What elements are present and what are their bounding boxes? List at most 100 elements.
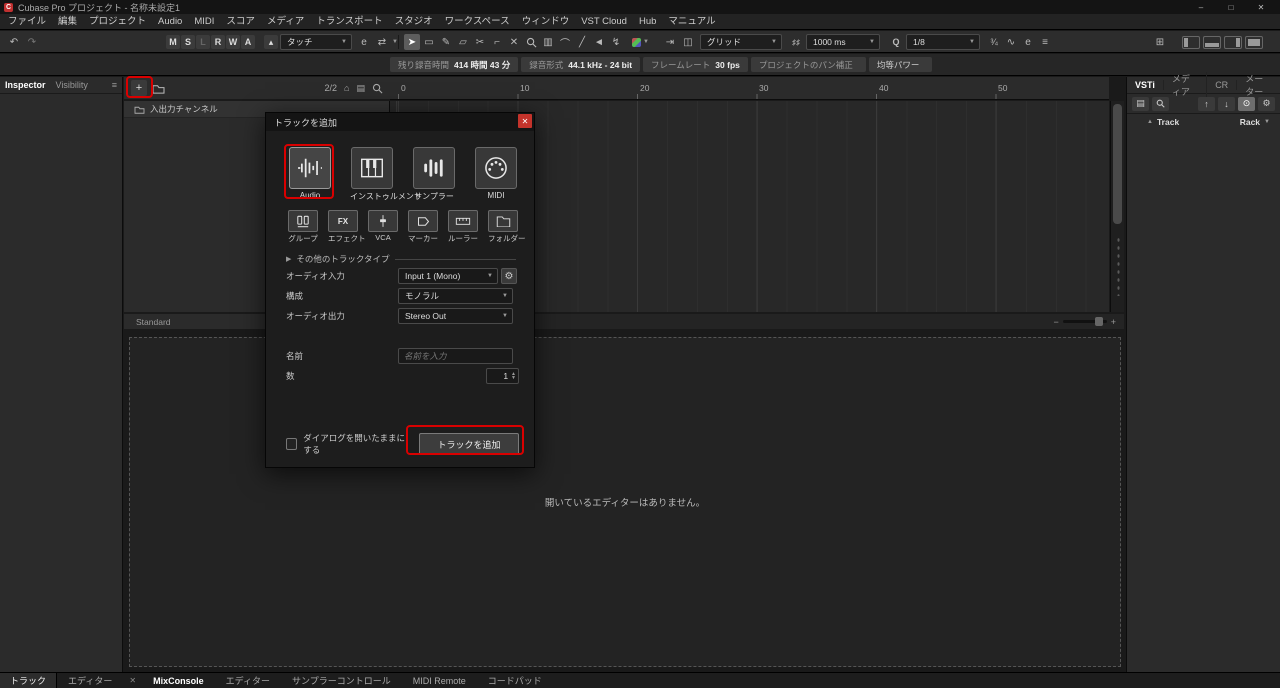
- menu-score[interactable]: スコア: [220, 14, 261, 30]
- search-icon[interactable]: [372, 83, 383, 94]
- tuplet-icon[interactable]: ¾: [986, 34, 1002, 50]
- sampler-track-icon[interactable]: [413, 147, 455, 189]
- track-type-folder[interactable]: フォルダー: [488, 210, 518, 244]
- vca-track-icon[interactable]: [368, 210, 398, 232]
- audio-output-dropdown[interactable]: Stereo Out ▼: [398, 308, 513, 324]
- quantize-dropdown[interactable]: 1/8 ▼: [906, 34, 980, 50]
- automation-mode-icon[interactable]: ▴: [264, 35, 278, 49]
- tab-vsti[interactable]: VSTi: [1127, 80, 1164, 90]
- menu-studio[interactable]: スタジオ: [389, 14, 439, 30]
- instrument-rack-icon[interactable]: ▤: [1132, 97, 1149, 111]
- listen-all-button[interactable]: L: [196, 35, 210, 49]
- stepper-down-icon[interactable]: ▼: [511, 376, 516, 380]
- gear-icon[interactable]: ⚙: [1258, 97, 1275, 111]
- zoom-preset-dots[interactable]: [1116, 236, 1121, 296]
- zoom-in-icon[interactable]: +: [1111, 317, 1116, 327]
- track-type-sampler[interactable]: サンプラー: [412, 147, 456, 202]
- mute-all-button[interactable]: M: [166, 35, 180, 49]
- menu-project[interactable]: プロジェクト: [83, 14, 152, 30]
- zoom-slider[interactable]: [1063, 320, 1107, 323]
- track-type-vca[interactable]: VCA: [368, 210, 398, 244]
- menu-manual[interactable]: マニュアル: [662, 14, 721, 30]
- line-tool[interactable]: ╱: [574, 34, 590, 50]
- keep-dialog-open-checkbox[interactable]: [286, 438, 297, 450]
- close-button[interactable]: ✕: [1246, 3, 1276, 12]
- draw-tool[interactable]: ✎: [438, 34, 454, 50]
- inspector-menu-icon[interactable]: ≡: [112, 80, 117, 90]
- vsti-track-section-label[interactable]: Track: [1157, 117, 1179, 127]
- automation-panel-icon[interactable]: e: [356, 34, 372, 50]
- menu-file[interactable]: ファイル: [2, 14, 52, 30]
- maximize-button[interactable]: □: [1216, 3, 1246, 12]
- vertical-scrollbar-thumb[interactable]: [1113, 104, 1122, 224]
- ruler-track-icon[interactable]: [448, 210, 478, 232]
- stepper-arrows[interactable]: ▲ ▼: [511, 372, 516, 380]
- setup-window-layout-icon[interactable]: ⊞: [1152, 34, 1168, 50]
- instrument-track-icon[interactable]: [351, 147, 393, 189]
- tab-editor-2[interactable]: エディター: [215, 674, 281, 687]
- fade-tool[interactable]: ⌒: [557, 34, 573, 50]
- zoom-slider-thumb[interactable]: [1095, 317, 1103, 326]
- glue-tool[interactable]: ⌐: [489, 34, 505, 50]
- more-track-types-expander[interactable]: ▶ その他のトラックタイプ: [286, 252, 516, 266]
- menu-audio[interactable]: Audio: [152, 14, 188, 30]
- audio-warp-icon[interactable]: ∿: [1003, 34, 1019, 50]
- track-count-stepper[interactable]: 1 ▲ ▼: [486, 368, 519, 384]
- snap-type-dropdown[interactable]: グリッド ▼: [700, 34, 782, 50]
- zoom-out-icon[interactable]: −: [1053, 317, 1058, 327]
- tab-inspector[interactable]: Inspector: [5, 80, 46, 90]
- grid-type-dropdown[interactable]: 1000 ms ▼: [806, 34, 880, 50]
- search-icon[interactable]: [1152, 97, 1169, 111]
- marker-track-icon[interactable]: [408, 210, 438, 232]
- audio-track-icon[interactable]: [289, 147, 331, 189]
- tab-midi-remote[interactable]: MIDI Remote: [402, 676, 477, 686]
- configuration-dropdown[interactable]: モノラル ▼: [398, 288, 513, 304]
- autoscroll-icon[interactable]: ⇥: [662, 34, 678, 50]
- undo-icon[interactable]: ↶: [6, 34, 22, 50]
- menu-hub[interactable]: Hub: [633, 14, 662, 30]
- move-up-icon[interactable]: ↑: [1198, 97, 1215, 111]
- color-tool[interactable]: ▼: [632, 34, 649, 50]
- track-visibility-folder-icon[interactable]: [152, 83, 165, 94]
- vertical-scrollbar[interactable]: [1110, 101, 1124, 312]
- tab-sampler-control[interactable]: サンプラーコントロール: [281, 674, 402, 687]
- track-type-effect[interactable]: FX エフェクト: [328, 210, 358, 244]
- range-selection-tool[interactable]: ▭: [421, 34, 437, 50]
- timeline-ruler[interactable]: 0 10 20 30 40 50: [390, 77, 1109, 100]
- zoom-tool[interactable]: [523, 34, 539, 50]
- vsti-rack-section-label[interactable]: Rack: [1240, 117, 1260, 127]
- menu-vst-cloud[interactable]: VST Cloud: [575, 14, 633, 30]
- dialog-title-bar[interactable]: トラックを追加 ✕: [266, 113, 534, 131]
- add-track-confirm-button[interactable]: トラックを追加: [419, 433, 519, 455]
- menu-media[interactable]: メディア: [261, 14, 310, 30]
- gear-icon[interactable]: ⚙: [501, 268, 517, 284]
- menu-transport[interactable]: トランスポート: [310, 14, 388, 30]
- close-editor-tab-icon[interactable]: ✕: [123, 676, 142, 685]
- midi-track-icon[interactable]: [475, 147, 517, 189]
- full-zone-toggle[interactable]: [1245, 36, 1263, 49]
- lower-zone-toggle[interactable]: [1203, 36, 1221, 49]
- track-type-ruler[interactable]: ルーラー: [448, 210, 478, 244]
- expand-icon[interactable]: ▼: [1264, 119, 1270, 125]
- tab-mixconsole[interactable]: MixConsole: [142, 676, 215, 686]
- add-track-button[interactable]: +: [131, 80, 147, 96]
- tab-meter[interactable]: メーター: [1237, 72, 1280, 98]
- quantize-panel-icon[interactable]: e: [1020, 34, 1036, 50]
- fx-track-icon[interactable]: FX: [328, 210, 358, 232]
- menu-window[interactable]: ウィンドウ: [516, 14, 576, 30]
- automation-mode-dropdown[interactable]: タッチ ▼: [280, 34, 352, 50]
- tab-tracks[interactable]: トラック: [0, 673, 57, 688]
- flip-icon[interactable]: ⇄: [374, 34, 390, 50]
- redo-icon[interactable]: ↷: [24, 34, 40, 50]
- group-track-icon[interactable]: [288, 210, 318, 232]
- track-type-group[interactable]: グループ: [288, 210, 318, 244]
- home-icon[interactable]: ⌂: [344, 83, 349, 93]
- track-name-input[interactable]: [398, 348, 513, 364]
- play-tool[interactable]: ◄: [591, 34, 607, 50]
- erase-tool[interactable]: ▱: [455, 34, 471, 50]
- focus-icon[interactable]: ⊙: [1238, 97, 1255, 111]
- folder-track-icon[interactable]: [488, 210, 518, 232]
- collapse-icon[interactable]: ▲: [1147, 119, 1153, 125]
- write-all-button[interactable]: W: [226, 35, 240, 49]
- minimize-button[interactable]: –: [1186, 3, 1216, 12]
